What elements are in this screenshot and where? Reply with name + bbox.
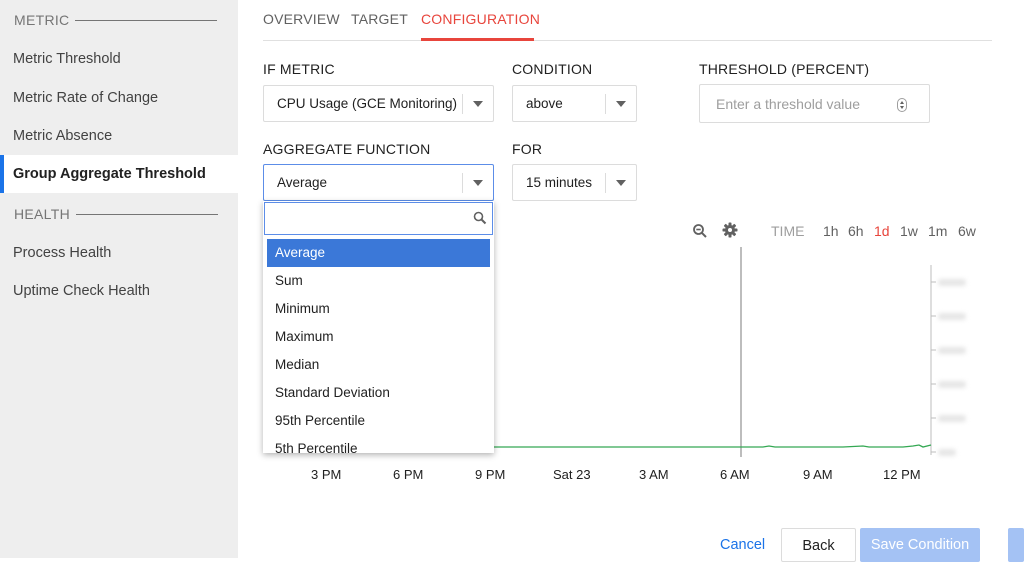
for-value: 15 minutes: [526, 175, 593, 190]
if-metric-label: IF METRIC: [263, 61, 335, 77]
tab-target[interactable]: TARGET: [351, 11, 408, 27]
number-spinner-icon[interactable]: [897, 98, 907, 112]
active-tab-indicator: [421, 38, 534, 41]
threshold-label: THRESHOLD (PERCENT): [699, 61, 870, 77]
section-divider: [76, 213, 218, 215]
option-5th-percentile[interactable]: 5th Percentile: [267, 435, 490, 453]
condition-label: CONDITION: [512, 61, 593, 77]
x-tick-label: Sat 23: [553, 467, 591, 482]
y-tick-label-blurred: [938, 279, 966, 286]
next-button-partial[interactable]: [1008, 528, 1024, 562]
range-1h[interactable]: 1h: [823, 223, 839, 239]
aggregate-function-select[interactable]: Average: [263, 164, 494, 201]
y-tick-label-blurred: [938, 449, 956, 456]
y-tick-label-blurred: [938, 347, 966, 354]
sidebar-item-uptime-check-health[interactable]: Uptime Check Health: [13, 283, 150, 299]
sidebar-item-metric-rate-of-change[interactable]: Metric Rate of Change: [13, 90, 158, 106]
option-sum[interactable]: Sum: [267, 267, 490, 295]
condition-select[interactable]: above: [512, 85, 637, 122]
x-tick-label: 12 PM: [883, 467, 921, 482]
select-separator: [605, 173, 606, 193]
y-tick-label-blurred: [938, 381, 966, 388]
threshold-placeholder: Enter a threshold value: [716, 96, 860, 112]
option-95th-percentile[interactable]: 95th Percentile: [267, 407, 490, 435]
metric-section-header: METRIC: [14, 12, 218, 28]
aggregate-function-value: Average: [277, 175, 328, 190]
condition-value: above: [526, 96, 563, 111]
aggregate-function-dropdown: Average Sum Minimum Maximum Median Stand…: [263, 201, 494, 453]
option-average[interactable]: Average: [267, 239, 490, 267]
x-tick-label: 6 AM: [720, 467, 750, 482]
sidebar-item-metric-absence[interactable]: Metric Absence: [13, 128, 112, 144]
range-1m[interactable]: 1m: [928, 223, 947, 239]
aggregate-function-label: AGGREGATE FUNCTION: [263, 141, 431, 157]
for-select[interactable]: 15 minutes: [512, 164, 637, 201]
cancel-button[interactable]: Cancel: [720, 537, 765, 553]
dropdown-search-input[interactable]: [264, 202, 493, 235]
select-separator: [462, 94, 463, 114]
x-tick-label: 3 PM: [311, 467, 342, 482]
threshold-input[interactable]: Enter a threshold value: [699, 84, 930, 123]
for-label: FOR: [512, 141, 543, 157]
tab-configuration[interactable]: CONFIGURATION: [421, 11, 540, 27]
zoom-out-icon[interactable]: [692, 223, 708, 239]
option-median[interactable]: Median: [267, 351, 490, 379]
range-1w[interactable]: 1w: [900, 223, 918, 239]
y-tick-label-blurred: [938, 415, 966, 422]
x-tick-label: 9 PM: [475, 467, 506, 482]
if-metric-value: CPU Usage (GCE Monitoring): [277, 96, 458, 111]
y-tick-label-blurred: [938, 313, 966, 320]
range-6h[interactable]: 6h: [848, 223, 864, 239]
metric-section-title: METRIC: [14, 12, 70, 28]
health-section-header: HEALTH: [14, 206, 218, 222]
back-button[interactable]: Back: [781, 528, 856, 562]
save-condition-button[interactable]: Save Condition: [860, 528, 980, 562]
chevron-down-icon: [473, 101, 483, 107]
time-range-label: TIME: [771, 223, 805, 239]
chevron-down-icon: [473, 180, 483, 186]
range-6w[interactable]: 6w: [958, 223, 976, 239]
chevron-down-icon: [616, 180, 626, 186]
if-metric-select[interactable]: CPU Usage (GCE Monitoring): [263, 85, 494, 122]
chevron-down-icon: [616, 101, 626, 107]
option-minimum[interactable]: Minimum: [267, 295, 490, 323]
sidebar: METRIC Metric Threshold Metric Rate of C…: [0, 0, 238, 558]
x-tick-label: 9 AM: [803, 467, 833, 482]
x-tick-label: 6 PM: [393, 467, 424, 482]
x-tick-label: 3 AM: [639, 467, 669, 482]
select-separator: [462, 173, 463, 193]
health-section-title: HEALTH: [14, 206, 70, 222]
section-divider: [75, 19, 218, 21]
tab-bar: OVERVIEW TARGET CONFIGURATION: [263, 0, 992, 41]
tab-overview[interactable]: OVERVIEW: [263, 11, 340, 27]
series-line: [493, 444, 932, 448]
sidebar-item-group-aggregate-threshold[interactable]: Group Aggregate Threshold: [0, 155, 238, 193]
select-separator: [605, 94, 606, 114]
search-icon: [473, 211, 487, 225]
sidebar-item-metric-threshold[interactable]: Metric Threshold: [13, 51, 121, 67]
dropdown-options-list: Average Sum Minimum Maximum Median Stand…: [267, 239, 490, 453]
sidebar-item-process-health[interactable]: Process Health: [13, 245, 111, 261]
option-standard-deviation[interactable]: Standard Deviation: [267, 379, 490, 407]
option-maximum[interactable]: Maximum: [267, 323, 490, 351]
y-axis-ticks: [931, 281, 936, 453]
gear-icon[interactable]: [722, 222, 738, 238]
range-1d[interactable]: 1d: [874, 223, 890, 239]
